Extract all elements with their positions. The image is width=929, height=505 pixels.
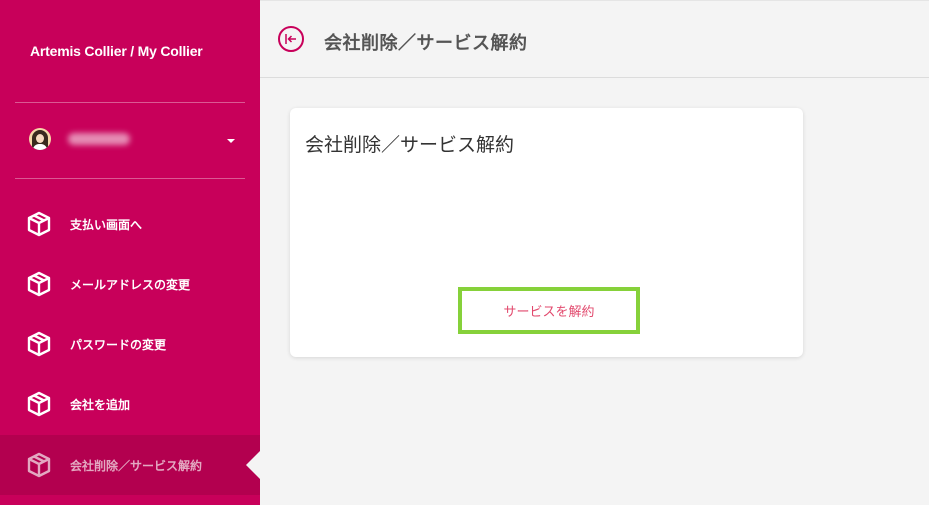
sidebar-item-label: 支払い画面へ <box>70 218 143 232</box>
box-icon <box>26 211 52 237</box>
box-icon <box>26 331 52 357</box>
sidebar-item-label: 会社を追加 <box>70 398 131 412</box>
user-menu[interactable] <box>0 103 260 179</box>
sidebar-item-change-password[interactable]: パスワードの変更 <box>0 314 260 374</box>
sidebar-item-change-email[interactable]: メールアドレスの変更 <box>0 254 260 314</box>
card-title: 会社削除／サービス解約 <box>305 134 515 156</box>
sidebar: Artemis Collier / My Collier 支払い画面へ メールア… <box>0 0 260 505</box>
content-card: 会社削除／サービス解約 サービスを解約 <box>290 108 803 357</box>
sidebar-item-delete-company[interactable]: 会社削除／サービス解約 <box>0 435 260 495</box>
sidebar-item-add-company[interactable]: 会社を追加 <box>0 374 260 434</box>
header: 会社削除／サービス解約 <box>260 0 929 78</box>
chevron-down-icon[interactable] <box>227 139 235 143</box>
back-button[interactable] <box>278 26 304 52</box>
sidebar-item-payment[interactable]: 支払い画面へ <box>0 194 260 254</box>
avatar <box>29 128 51 150</box>
box-icon <box>26 271 52 297</box>
page-title: 会社削除／サービス解約 <box>324 33 528 54</box>
box-icon <box>26 391 52 417</box>
back-arrow-icon <box>285 34 296 44</box>
brand-title[interactable]: Artemis Collier / My Collier <box>30 43 203 59</box>
user-name-redacted <box>68 133 130 145</box>
sidebar-item-label: 会社削除／サービス解約 <box>70 459 203 473</box>
sidebar-item-label: メールアドレスの変更 <box>70 278 191 292</box>
active-indicator <box>246 451 260 479</box>
box-icon <box>26 452 52 478</box>
divider <box>15 178 245 179</box>
cancel-service-button[interactable]: サービスを解約 <box>458 287 640 334</box>
sidebar-item-label: パスワードの変更 <box>70 338 167 352</box>
